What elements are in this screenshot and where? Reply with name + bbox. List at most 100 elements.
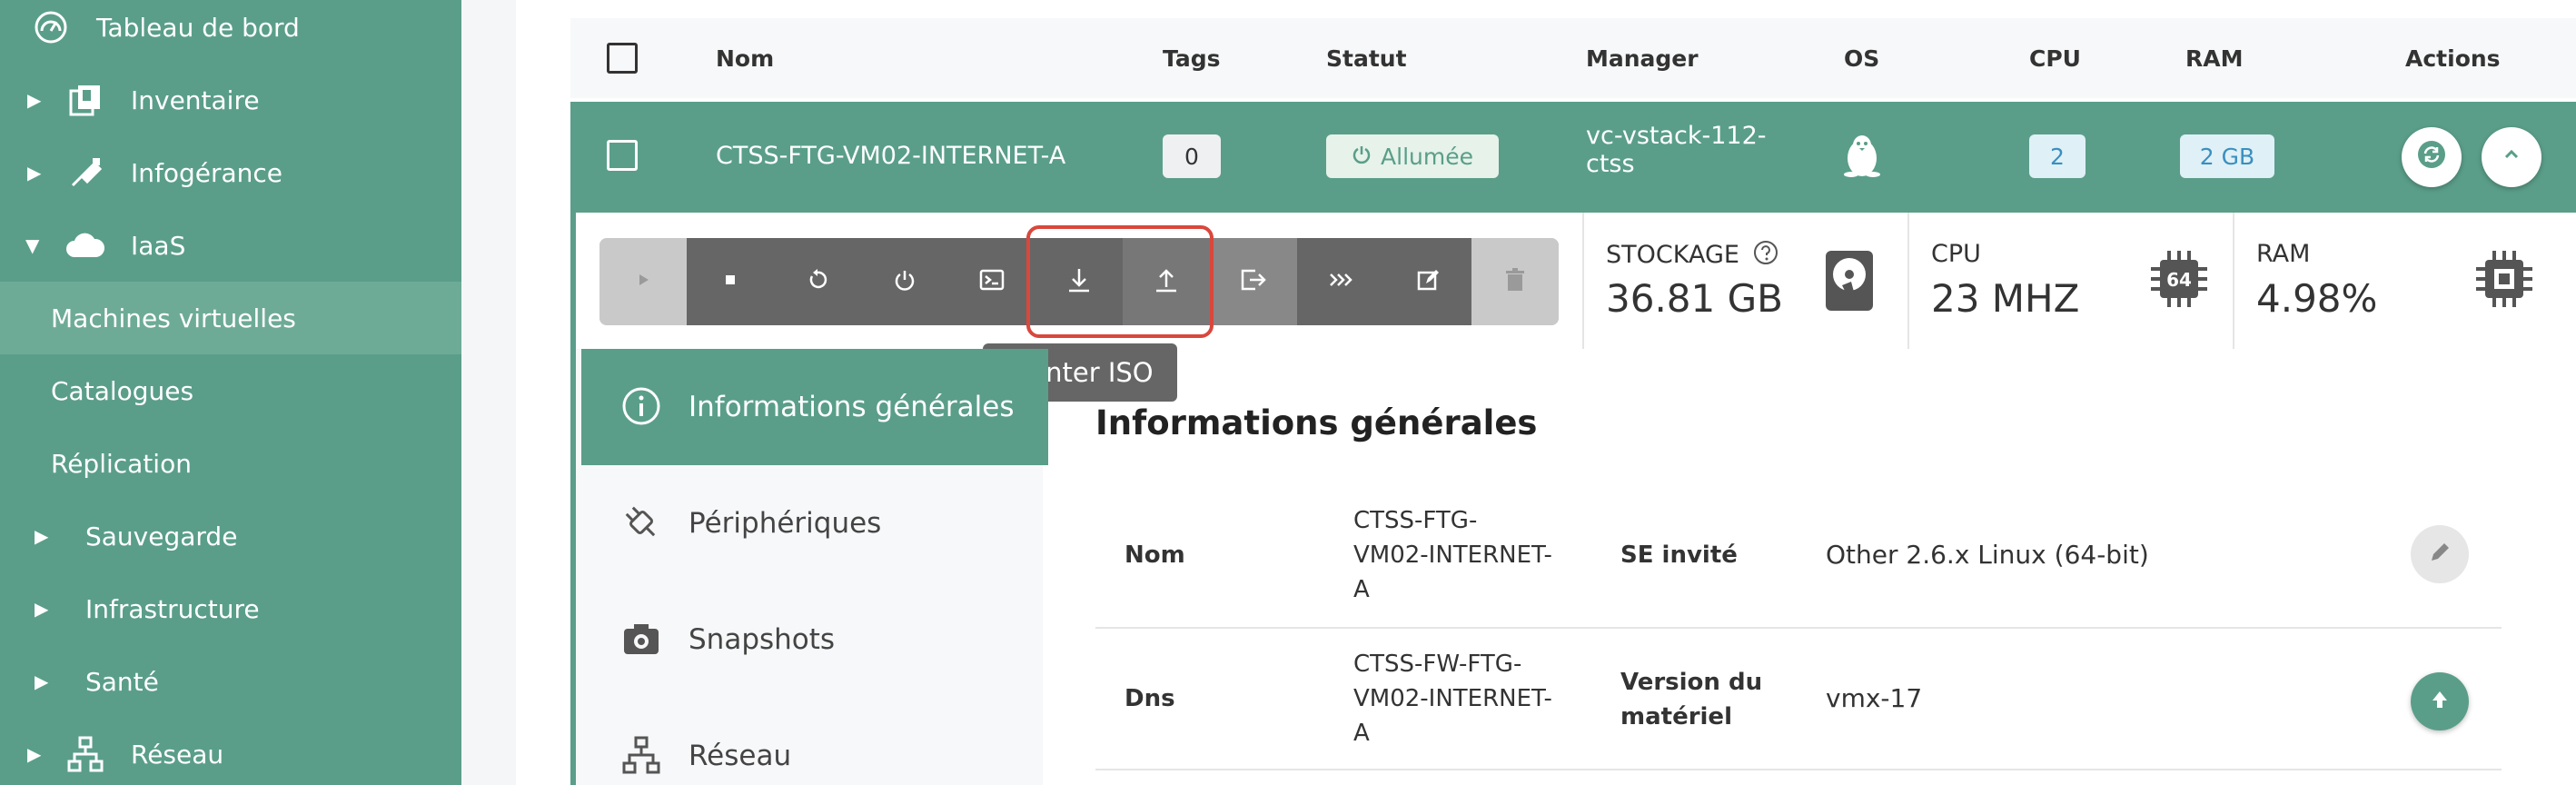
info-label-name: Nom [1125, 542, 1185, 569]
column-header-os[interactable]: OS [1844, 45, 1879, 72]
trash-icon [1504, 267, 1526, 296]
shutdown-button[interactable] [861, 238, 948, 325]
info-value-name: CTSS-FTG- VM02-INTERNET- A [1353, 503, 1552, 607]
cpu-stat: CPU 23 MHZ 64 [1907, 213, 2233, 349]
row-divider [1095, 769, 2502, 770]
collapse-row-button[interactable] [2482, 127, 2541, 187]
vm-name[interactable]: CTSS-FTG-VM02-INTERNET-A [716, 142, 1065, 170]
value-line: CTSS-FTG- [1353, 507, 1478, 534]
column-header-ram[interactable]: RAM [2185, 45, 2243, 72]
sidebar: Tableau de bord ▶ Inventaire ▶ Infogéran… [0, 0, 461, 785]
sidebar-item-backup[interactable]: ▶ Sauvegarde [0, 500, 461, 572]
sidebar-item-network[interactable]: ▶ Réseau [0, 718, 461, 785]
migrate-button[interactable] [1297, 238, 1384, 325]
info-value-dns: CTSS-FW-FTG- VM02-INTERNET- A [1353, 647, 1552, 750]
cloud-icon [65, 225, 105, 265]
row-divider [1095, 627, 2502, 629]
cpu-stat-value: 23 MHZ [1931, 276, 2080, 321]
info-value-hardware-version: vmx-17 [1826, 683, 1923, 713]
value-line: A [1353, 576, 1370, 603]
refresh-icon [2416, 139, 2447, 176]
column-header-manager[interactable]: Manager [1586, 45, 1699, 72]
tab-general-info[interactable]: Informations générales [581, 349, 1048, 465]
ram-stat-value: 4.98% [2256, 276, 2378, 321]
column-header-status[interactable]: Statut [1326, 45, 1407, 72]
sidebar-item-label: Inventaire [131, 84, 260, 115]
console-icon [978, 267, 1006, 296]
sidebar-item-label: Santé [85, 666, 159, 697]
migrate-icon [1327, 269, 1354, 294]
network-icon [65, 734, 105, 774]
sidebar-item-label: Réseau [131, 739, 224, 770]
value-line: VM02-INTERNET- [1353, 685, 1552, 712]
camera-icon [621, 619, 663, 661]
caret-right-icon: ▶ [35, 525, 49, 547]
memory-chip-icon [2474, 249, 2538, 313]
sidebar-item-health[interactable]: ▶ Santé [0, 645, 461, 718]
sidebar-item-iaas[interactable]: ▼ IaaS [0, 209, 461, 282]
edit-vm-button[interactable] [1384, 238, 1471, 325]
info-label-hardware-version: Version du matériel [1620, 665, 1762, 734]
sidebar-item-catalogs[interactable]: Catalogues [0, 354, 461, 427]
sidebar-item-label: Réplication [51, 448, 192, 479]
cpu-badge: 2 [2029, 134, 2086, 178]
row-checkbox[interactable] [607, 140, 638, 171]
section-title: Informations générales [1095, 403, 1538, 442]
stop-button[interactable] [687, 238, 774, 325]
inventory-icon [65, 80, 105, 120]
sidebar-item-dashboard[interactable]: Tableau de bord [0, 0, 461, 64]
sidebar-item-label: Machines virtuelles [51, 303, 296, 333]
help-icon[interactable] [1753, 240, 1778, 272]
table-row[interactable]: CTSS-FTG-VM02-INTERNET-A 0 Allumée vc-vs… [570, 102, 2576, 213]
caret-right-icon: ▶ [35, 671, 49, 692]
caret-right-icon: ▶ [27, 89, 42, 111]
select-all-checkbox[interactable] [607, 43, 638, 74]
column-header-name[interactable]: Nom [716, 45, 774, 72]
content-gutter [461, 0, 516, 785]
value-line: A [1353, 720, 1370, 747]
restart-button[interactable] [774, 238, 861, 325]
tab-label: Snapshots [689, 623, 836, 656]
chevron-up-icon [2500, 143, 2523, 173]
sidebar-item-replication[interactable]: Réplication [0, 427, 461, 500]
export-button[interactable] [1210, 238, 1297, 325]
sidebar-item-label: IaaS [131, 230, 186, 261]
info-value-guest-os: Other 2.6.x Linux (64-bit) [1826, 540, 2149, 570]
sidebar-item-infrastructure[interactable]: ▶ Infrastructure [0, 572, 461, 645]
status-label: Allumée [1381, 143, 1473, 170]
cpu-stat-label: CPU [1931, 240, 1981, 268]
info-icon [621, 386, 663, 428]
value-line: VM02-INTERNET- [1353, 542, 1552, 569]
tab-network[interactable]: Réseau [581, 698, 1048, 785]
edit-icon [1415, 267, 1441, 296]
caret-right-icon: ▶ [27, 743, 42, 765]
storage-stat: STOCKAGE 36.81 GB [1582, 213, 1907, 349]
export-icon [1239, 267, 1268, 296]
sidebar-item-virtual-machines[interactable]: Machines virtuelles [0, 282, 461, 354]
column-header-actions: Actions [2405, 45, 2501, 72]
dashboard-icon [31, 7, 71, 47]
tab-label: Informations générales [689, 391, 1015, 423]
sidebar-item-managed-services[interactable]: ▶ Infogérance [0, 136, 461, 209]
info-label-dns: Dns [1125, 685, 1175, 712]
sidebar-item-label: Sauvegarde [85, 521, 238, 551]
tab-label: Réseau [689, 740, 792, 772]
tab-devices[interactable]: Périphériques [581, 465, 1048, 581]
scroll-to-top-button[interactable] [2411, 672, 2469, 730]
tab-snapshots[interactable]: Snapshots [581, 581, 1048, 698]
sidebar-item-inventory[interactable]: ▶ Inventaire [0, 64, 461, 136]
column-header-tags[interactable]: Tags [1163, 45, 1220, 72]
storage-value: 36.81 GB [1606, 276, 1783, 321]
pencil-icon [2427, 540, 2452, 569]
console-button[interactable] [948, 238, 1035, 325]
start-button[interactable] [599, 238, 687, 325]
label-line: Version du [1620, 669, 1763, 696]
refresh-button[interactable] [2402, 127, 2462, 187]
column-header-cpu[interactable]: CPU [2029, 45, 2081, 72]
info-label-guest-os: SE invité [1620, 542, 1738, 569]
ram-stat: RAM 4.98% [2233, 213, 2576, 349]
ram-stat-label: RAM [2256, 240, 2311, 268]
restart-icon [805, 267, 830, 296]
edit-info-button[interactable] [2411, 525, 2469, 583]
delete-button[interactable] [1471, 238, 1559, 325]
